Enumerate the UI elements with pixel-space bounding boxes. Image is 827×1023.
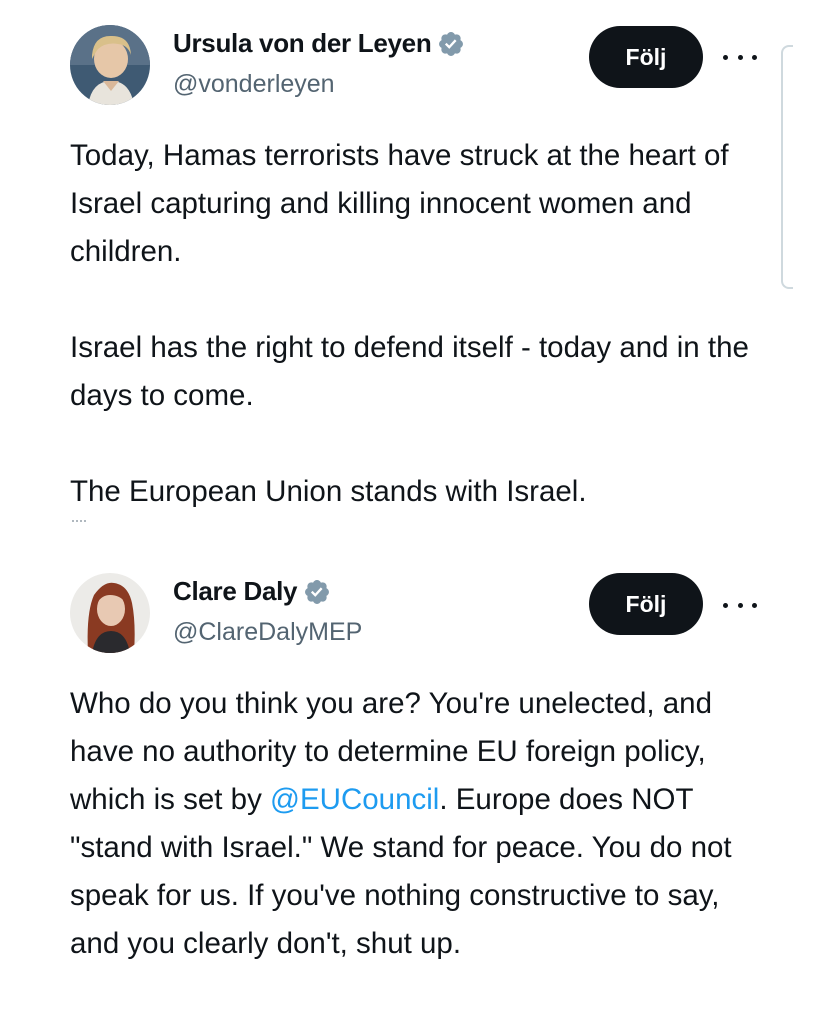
follow-button[interactable]: Följ	[589, 573, 703, 635]
verified-badge-icon	[305, 579, 330, 604]
more-options-icon[interactable]	[723, 50, 757, 64]
screenshot-page: Ursula von der Leyen @vonderleyen Följ T…	[0, 0, 827, 1023]
display-name[interactable]: Ursula von der Leyen	[173, 28, 465, 59]
display-name-text: Clare Daly	[173, 576, 298, 606]
tweet-paragraph: Israel has the right to defend itself - …	[70, 331, 749, 412]
tweet-paragraph: Who do you think you are? You're unelect…	[70, 680, 770, 968]
scroll-edge-bracket	[781, 45, 793, 289]
display-name[interactable]: Clare Daly	[173, 576, 331, 607]
mention-link[interactable]: @EUCouncil	[270, 783, 439, 816]
verified-badge-icon	[439, 31, 464, 56]
display-name-text: Ursula von der Leyen	[173, 28, 432, 58]
tweet-card: Clare Daly @ClareDalyMEP Följ Who do you…	[0, 556, 827, 1023]
tweet-text: Today, Hamas terrorists have struck at t…	[70, 132, 770, 516]
avatar-photo	[70, 25, 150, 105]
user-handle[interactable]: @vonderleyen	[173, 70, 335, 99]
tweet-text: Who do you think you are? You're unelect…	[70, 680, 770, 968]
more-options-icon[interactable]	[723, 598, 757, 612]
divider-dots	[72, 520, 86, 524]
avatar[interactable]	[70, 573, 150, 653]
avatar-photo	[70, 573, 150, 653]
tweet-card: Ursula von der Leyen @vonderleyen Följ T…	[0, 0, 827, 540]
tweet-paragraph: Today, Hamas terrorists have struck at t…	[70, 139, 729, 268]
follow-button[interactable]: Följ	[589, 26, 703, 88]
user-handle[interactable]: @ClareDalyMEP	[173, 618, 362, 647]
avatar[interactable]	[70, 25, 150, 105]
tweet-paragraph: The European Union stands with Israel.	[70, 475, 587, 508]
